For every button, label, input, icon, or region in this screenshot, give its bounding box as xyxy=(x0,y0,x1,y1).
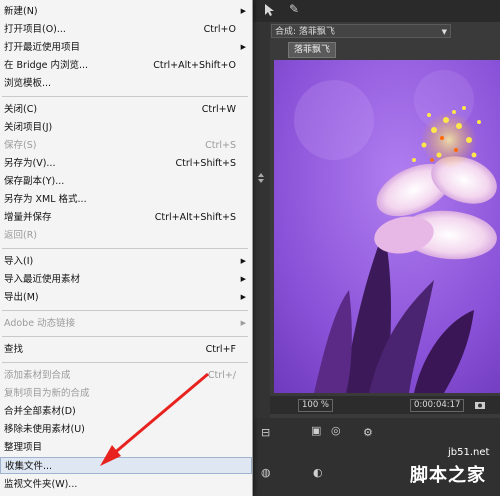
red-arrow-annotation xyxy=(100,372,209,466)
